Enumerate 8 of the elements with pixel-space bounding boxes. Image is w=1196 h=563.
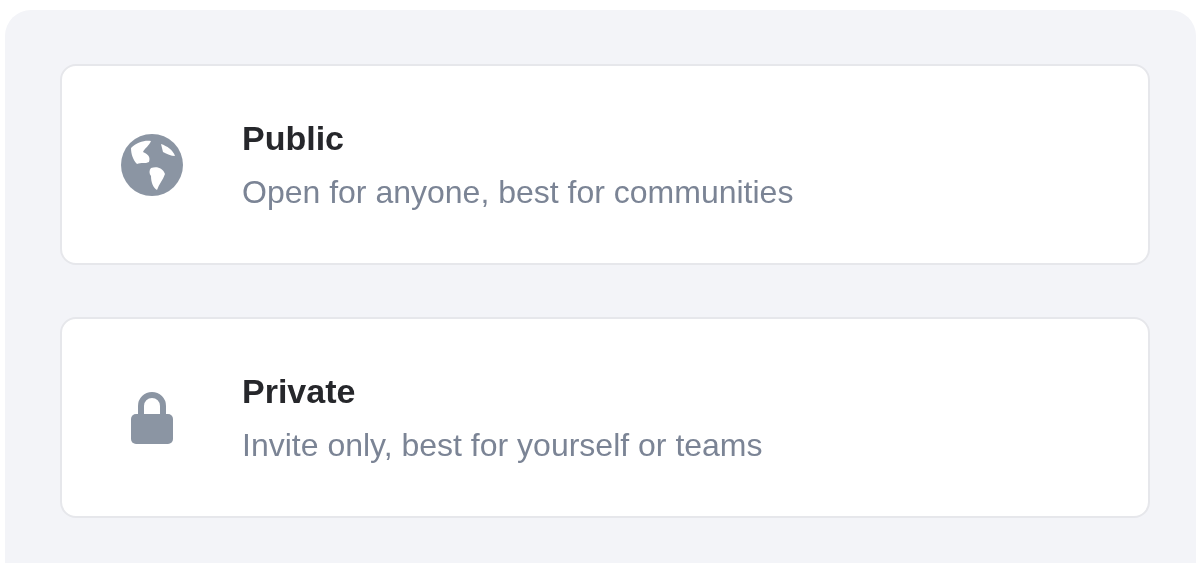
option-card[interactable]: Private Invite only, best for yourself or teams	[60, 317, 1150, 518]
option-title: Public	[242, 118, 346, 158]
lock-icon	[131, 391, 173, 444]
option-title: Private	[242, 371, 357, 411]
option-description: Invite only, best for yourself or teams	[242, 426, 763, 464]
option-description: Open for anyone, best for communities	[242, 173, 794, 211]
globe-icon	[121, 133, 183, 196]
option-card[interactable]: Public Open for anyone, best for communities	[60, 64, 1150, 265]
